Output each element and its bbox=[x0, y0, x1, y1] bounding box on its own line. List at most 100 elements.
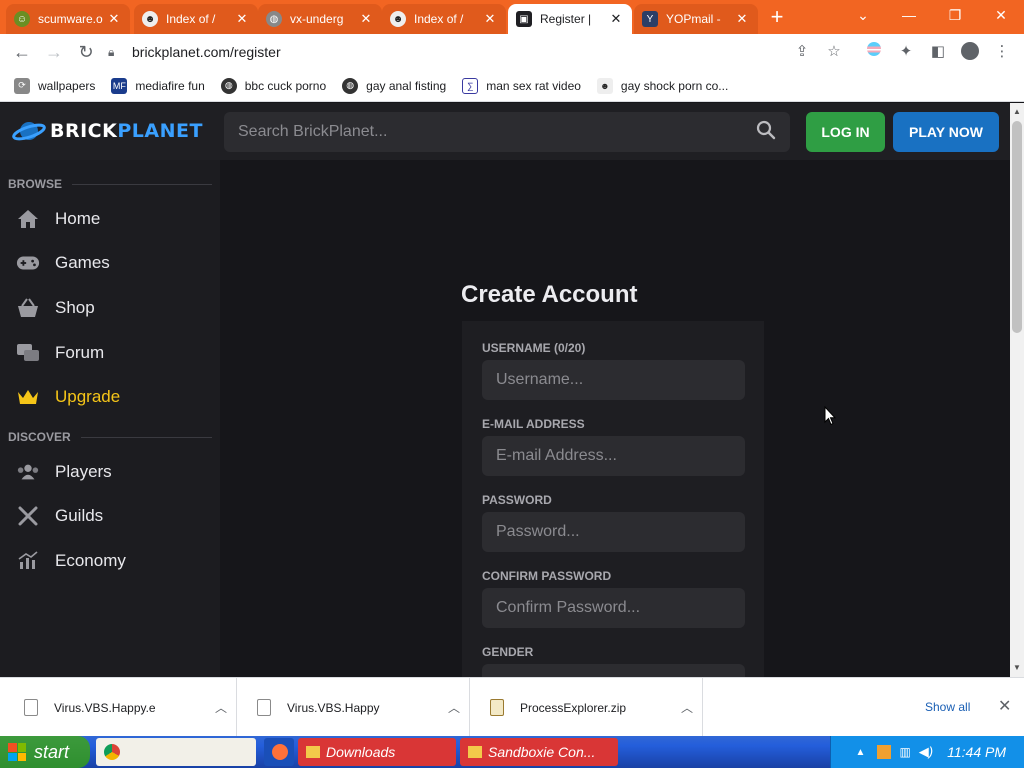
address-bar[interactable]: 🔒︎ brickplanet.com/register bbox=[108, 38, 708, 66]
browser-tab[interactable]: ☺ scumware.o ✕ bbox=[6, 4, 130, 34]
sidebar-item-players[interactable]: Players bbox=[0, 452, 220, 492]
scroll-up-icon[interactable]: ▲ bbox=[1013, 107, 1021, 116]
home-icon bbox=[16, 207, 40, 231]
troll-face-icon: ☻ bbox=[142, 11, 158, 27]
new-tab-button[interactable]: + bbox=[764, 6, 790, 30]
taskbar: start Downloads Sandboxie Con... ▲ ▥ ◀) … bbox=[0, 736, 1024, 768]
close-icon[interactable]: ✕ bbox=[998, 696, 1011, 716]
menu-kebab-icon[interactable]: ⋮ bbox=[992, 42, 1012, 62]
gamepad-icon bbox=[16, 251, 40, 275]
password-input[interactable] bbox=[482, 512, 745, 552]
chat-bubbles-icon bbox=[16, 341, 40, 365]
extensions-puzzle-icon[interactable]: ✦ bbox=[896, 42, 916, 62]
sidebar-item-upgrade[interactable]: Upgrade bbox=[0, 377, 220, 417]
download-item[interactable]: Virus.VBS.Happy.e ︿ bbox=[4, 678, 237, 737]
bookmark-item[interactable]: ◍ gay anal fisting bbox=[342, 77, 446, 94]
scroll-down-icon[interactable]: ▼ bbox=[1013, 663, 1021, 672]
play-now-button[interactable]: PLAY NOW bbox=[893, 112, 999, 152]
close-icon[interactable]: ✕ bbox=[106, 11, 122, 27]
users-icon bbox=[16, 460, 40, 484]
close-icon[interactable]: ✕ bbox=[482, 11, 498, 27]
tab-title: Index of / bbox=[414, 12, 464, 26]
sidebar-item-games[interactable]: Games bbox=[0, 243, 220, 283]
restore-button[interactable]: ❐ bbox=[940, 4, 970, 26]
bookmark-item[interactable]: MF mediafire fun bbox=[111, 77, 205, 94]
volume-icon[interactable]: ◀) bbox=[919, 744, 933, 760]
chevron-up-icon[interactable]: ︿ bbox=[206, 699, 236, 716]
globe-icon: ◍ bbox=[342, 77, 359, 94]
taskbar-sandboxie-item[interactable]: Sandboxie Con... bbox=[460, 738, 618, 766]
tab-search-icon[interactable]: ⌄ bbox=[848, 4, 878, 26]
forward-button[interactable]: → bbox=[38, 36, 70, 68]
search-input[interactable]: Search BrickPlanet... bbox=[238, 123, 756, 141]
close-icon[interactable]: ✕ bbox=[734, 11, 750, 27]
profile-avatar-icon[interactable] bbox=[960, 42, 980, 62]
download-item[interactable]: ProcessExplorer.zip ︿ bbox=[470, 678, 703, 737]
sidebar-item-home[interactable]: Home bbox=[0, 199, 220, 239]
gender-select[interactable] bbox=[482, 664, 745, 677]
zip-file-icon bbox=[490, 699, 504, 716]
scrollbar-thumb[interactable] bbox=[1012, 121, 1022, 333]
sidebar-item-forum[interactable]: Forum bbox=[0, 333, 220, 373]
tray-app-icon[interactable] bbox=[877, 745, 892, 759]
sidebar-section-discover: DISCOVER bbox=[8, 430, 212, 444]
extension-flag-icon[interactable] bbox=[864, 42, 884, 62]
email-input[interactable] bbox=[482, 436, 745, 476]
taskbar-chrome-item[interactable] bbox=[96, 738, 256, 766]
sidebar-item-economy[interactable]: Economy bbox=[0, 541, 220, 581]
divider bbox=[72, 183, 212, 185]
start-button[interactable]: start bbox=[0, 736, 90, 768]
username-label: USERNAME (0/20) bbox=[482, 341, 586, 355]
taskbar-downloads-item[interactable]: Downloads bbox=[298, 738, 456, 766]
search-icon[interactable] bbox=[756, 120, 776, 145]
sidebar-item-guilds[interactable]: Guilds bbox=[0, 496, 220, 536]
mouse-cursor-icon bbox=[824, 406, 836, 426]
minimize-button[interactable]: — bbox=[894, 4, 924, 26]
browser-tab-strip: ☺ scumware.o ✕ ☻ Index of / ✕ ◍ vx-under… bbox=[0, 0, 1024, 34]
clock[interactable]: 11:44 PM bbox=[947, 744, 1006, 760]
browser-tab[interactable]: Y YOPmail - ✕ bbox=[634, 4, 758, 34]
browser-tab[interactable]: ◍ vx-underg ✕ bbox=[258, 4, 382, 34]
troll-face-icon: ☻ bbox=[390, 11, 406, 27]
browser-tab[interactable]: ☻ Index of / ✕ bbox=[382, 4, 506, 34]
brand-prefix: BRICK bbox=[50, 120, 118, 142]
bookmark-item[interactable]: ⟳ wallpapers bbox=[14, 77, 95, 94]
bookmark-item[interactable]: ☻ gay shock porn co... bbox=[596, 77, 728, 94]
bookmark-star-icon[interactable]: ☆ bbox=[824, 42, 844, 62]
username-input[interactable] bbox=[482, 360, 745, 400]
login-button[interactable]: LOG IN bbox=[806, 112, 885, 152]
tab-title: Register | bbox=[540, 12, 592, 26]
tab-title: Index of / bbox=[166, 12, 216, 26]
page-scrollbar[interactable]: ▲ ▼ bbox=[1010, 103, 1024, 677]
file-icon bbox=[24, 699, 38, 716]
confirm-password-input[interactable] bbox=[482, 588, 745, 628]
network-icon[interactable]: ▥ bbox=[899, 745, 910, 759]
bookmark-item[interactable]: ◍ bbc cuck porno bbox=[220, 77, 326, 94]
close-icon[interactable]: ✕ bbox=[608, 11, 624, 27]
show-all-link[interactable]: Show all bbox=[925, 700, 970, 714]
tray-expand-icon[interactable]: ▲ bbox=[856, 747, 866, 758]
password-label: PASSWORD bbox=[482, 493, 552, 507]
close-icon[interactable]: ✕ bbox=[234, 11, 250, 27]
reload-button[interactable]: ↻ bbox=[70, 36, 102, 68]
sidebar-item-shop[interactable]: Shop bbox=[0, 288, 220, 328]
sandboxie-icon bbox=[468, 746, 482, 758]
site-search-bar[interactable]: Search BrickPlanet... bbox=[224, 112, 790, 152]
back-button[interactable]: ← bbox=[6, 36, 38, 68]
globe-icon: ◍ bbox=[266, 11, 282, 27]
tab-title: vx-underg bbox=[290, 12, 344, 26]
share-icon[interactable]: ⇪ bbox=[792, 42, 812, 62]
confirm-password-label: CONFIRM PASSWORD bbox=[482, 569, 612, 583]
browser-tab[interactable]: ☻ Index of / ✕ bbox=[134, 4, 258, 34]
brickplanet-icon: ▣ bbox=[516, 11, 532, 27]
browser-tab-active[interactable]: ▣ Register | ✕ bbox=[508, 4, 632, 34]
firefox-icon[interactable] bbox=[264, 738, 294, 766]
side-panel-icon[interactable]: ◧ bbox=[928, 42, 948, 62]
close-window-button[interactable]: ✕ bbox=[986, 4, 1016, 26]
chevron-up-icon[interactable]: ︿ bbox=[672, 699, 702, 716]
bookmark-item[interactable]: ∑ man sex rat video bbox=[462, 77, 581, 94]
brickplanet-logo[interactable]: BRICKPLANET bbox=[12, 118, 203, 144]
chevron-up-icon[interactable]: ︿ bbox=[439, 699, 469, 716]
close-icon[interactable]: ✕ bbox=[358, 11, 374, 27]
download-item[interactable]: Virus.VBS.Happy ︿ bbox=[237, 678, 470, 737]
